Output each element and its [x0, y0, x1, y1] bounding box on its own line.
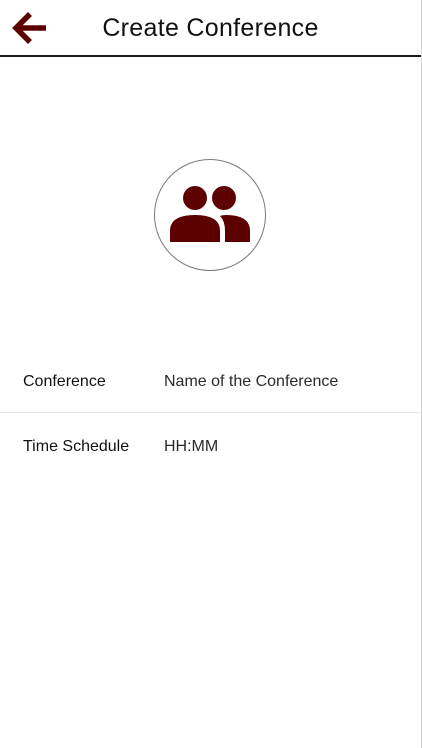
- create-conference-screen: Create Conference Conference Time Schedu…: [0, 0, 422, 748]
- time-schedule-label: Time Schedule: [23, 438, 130, 455]
- conference-name-input[interactable]: [164, 366, 404, 398]
- conference-label: Conference: [23, 373, 106, 390]
- time-schedule-input[interactable]: [164, 431, 404, 463]
- group-icon: [170, 186, 250, 242]
- time-schedule-row: Time Schedule: [0, 417, 421, 477]
- header-bar: Create Conference: [0, 0, 421, 57]
- conference-row: Conference: [0, 352, 421, 413]
- page-title: Create Conference: [102, 14, 319, 42]
- conference-avatar[interactable]: [154, 159, 266, 271]
